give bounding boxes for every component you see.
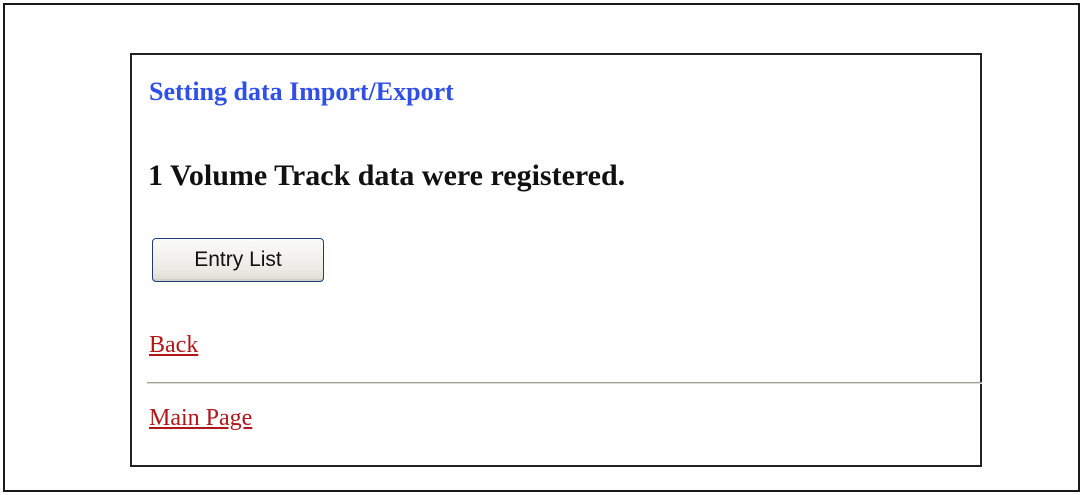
entry-list-button[interactable]: Entry List bbox=[152, 238, 324, 282]
back-link[interactable]: Back bbox=[149, 332, 198, 359]
page-title: Setting data Import/Export bbox=[149, 77, 454, 106]
divider bbox=[147, 382, 982, 384]
registration-status-message: 1 Volume Track data were registered. bbox=[148, 159, 626, 192]
main-page-link[interactable]: Main Page bbox=[149, 405, 252, 432]
browser-frame: Setting data Import/Export 1 Volume Trac… bbox=[3, 3, 1080, 492]
content-panel: Setting data Import/Export 1 Volume Trac… bbox=[130, 53, 982, 467]
